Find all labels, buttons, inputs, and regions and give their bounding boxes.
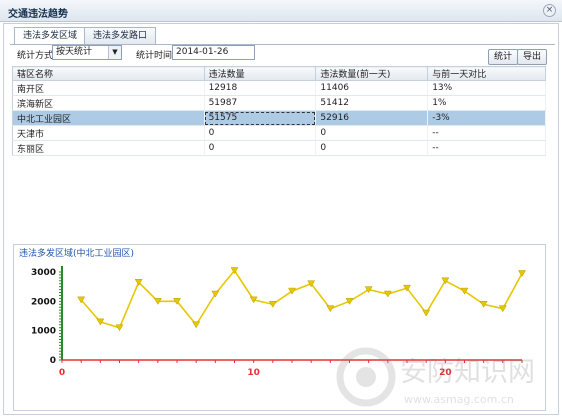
watermark-url: www.asmag.com.cn — [404, 393, 514, 406]
watermark-logo: 安防知识网 www.asmag.com.cn — [336, 347, 535, 407]
data-point — [192, 321, 201, 329]
watermark-brand: 安防知识网 — [400, 357, 535, 388]
y-tick-label: 2000 — [31, 297, 56, 307]
y-tick-label: 0 — [50, 356, 56, 366]
series-line — [80, 269, 523, 329]
data-point — [345, 298, 354, 305]
y-tick-label: 1000 — [31, 327, 56, 337]
data-point — [518, 270, 526, 277]
x-tick-label: 0 — [59, 368, 65, 378]
data-point — [422, 309, 431, 317]
y-tick-label: 3000 — [31, 268, 56, 278]
x-tick-label: 10 — [247, 368, 260, 378]
data-point — [326, 305, 335, 313]
data-point — [211, 290, 220, 298]
